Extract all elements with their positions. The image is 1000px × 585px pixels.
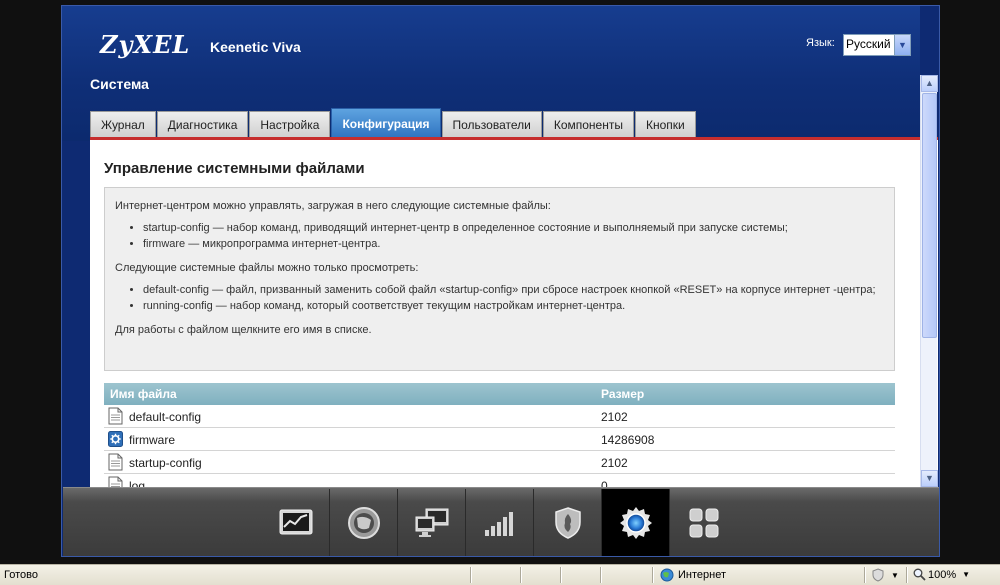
file-name-link[interactable]: startup-config xyxy=(129,456,202,470)
intro-text: Интернет-центром можно управлять, загруж… xyxy=(115,200,551,212)
security-zone[interactable]: Интернет xyxy=(660,568,726,582)
dock-home-network[interactable] xyxy=(398,489,466,556)
status-text: Готово xyxy=(4,569,38,581)
list-item: running-config — набор команд, который с… xyxy=(143,299,884,314)
tab-users[interactable]: Пользователи xyxy=(441,111,542,138)
list-item: startup-config — набор команд, приводящи… xyxy=(143,221,884,236)
file-name-link[interactable]: default-config xyxy=(129,410,201,424)
statusbar-divider xyxy=(560,567,562,583)
tab-journal[interactable]: Журнал xyxy=(90,111,156,138)
column-header-name: Имя файла xyxy=(110,387,177,401)
dock-system[interactable] xyxy=(602,489,670,556)
language-label: Язык: xyxy=(806,37,835,49)
scroll-thumb[interactable] xyxy=(922,93,937,338)
protected-mode-toggle[interactable]: ▼ xyxy=(871,568,899,582)
view-files-list: default-config — файл, призванный замени… xyxy=(115,283,884,314)
firmware-gear-icon xyxy=(108,431,123,447)
list-item: firmware — микропрограмма интернет-центр… xyxy=(143,237,884,252)
file-table: Имя файла Размер default-config 2102 fir… xyxy=(104,383,895,492)
tab-settings[interactable]: Настройка xyxy=(249,111,331,138)
table-row[interactable]: startup-config 2102 xyxy=(104,451,895,474)
bottom-dock xyxy=(63,487,939,556)
internet-globe-icon xyxy=(347,507,380,539)
table-row[interactable]: firmware 14286908 xyxy=(104,428,895,451)
statusbar-divider xyxy=(600,567,602,583)
info-box: Интернет-центром можно управлять, загруж… xyxy=(104,187,895,371)
column-header-size: Размер xyxy=(601,387,645,401)
file-size: 2102 xyxy=(601,456,628,470)
zoom-control[interactable]: 100% ▼ xyxy=(913,568,970,581)
security-shield-icon xyxy=(554,507,581,539)
document-icon xyxy=(108,453,123,471)
table-header: Имя файла Размер xyxy=(104,383,895,405)
dock-monitor[interactable] xyxy=(262,489,330,556)
tab-bar: Журнал Диагностика Настройка Конфигураци… xyxy=(90,108,697,138)
header: ZyXEL Keenetic Viva Язык: Русский ▼ Сист… xyxy=(62,6,938,141)
applications-grid-icon xyxy=(689,508,719,538)
scroll-up-icon[interactable]: ▲ xyxy=(921,75,938,92)
zoom-level: 100% xyxy=(928,568,957,581)
scroll-down-icon[interactable]: ▼ xyxy=(921,470,938,487)
upload-files-list: startup-config — набор команд, приводящи… xyxy=(115,221,884,252)
chevron-down-icon[interactable]: ▼ xyxy=(962,570,970,579)
language-select[interactable]: Русский ▼ xyxy=(843,34,911,56)
document-icon xyxy=(108,407,123,425)
dock-security[interactable] xyxy=(534,489,602,556)
content-panel: Управление системными файлами Интернет-ц… xyxy=(90,140,938,492)
list-item: default-config — файл, призванный замени… xyxy=(143,283,884,298)
wifi-signal-icon xyxy=(484,512,513,536)
monitor-chart-icon xyxy=(279,509,312,535)
file-name-link[interactable]: firmware xyxy=(129,433,175,447)
statusbar-divider xyxy=(864,567,866,583)
brand-logo: ZyXEL xyxy=(100,30,191,59)
tab-diagnostics[interactable]: Диагностика xyxy=(156,111,249,138)
dock-internet[interactable] xyxy=(330,489,398,556)
device-model: Keenetic Viva xyxy=(210,39,301,55)
page-title: Система xyxy=(90,76,149,92)
file-size: 14286908 xyxy=(601,433,655,447)
chevron-down-icon[interactable]: ▼ xyxy=(891,571,899,580)
hint-text: Для работы с файлом щелкните его имя в с… xyxy=(115,324,372,336)
language-value: Русский xyxy=(846,37,891,51)
dock-wifi[interactable] xyxy=(466,489,534,556)
shield-icon xyxy=(872,568,884,582)
globe-icon xyxy=(660,568,674,582)
file-size: 2102 xyxy=(601,410,628,424)
statusbar-divider xyxy=(652,567,654,583)
section-title: Управление системными файлами xyxy=(104,160,365,177)
table-row[interactable]: default-config 2102 xyxy=(104,405,895,428)
view-intro-text: Следующие системные файлы можно только п… xyxy=(115,262,419,274)
zone-label: Интернет xyxy=(678,569,726,581)
magnifier-icon xyxy=(913,568,926,581)
statusbar-divider xyxy=(470,567,472,583)
tab-components[interactable]: Компоненты xyxy=(542,111,634,138)
chevron-down-icon[interactable]: ▼ xyxy=(894,35,910,55)
system-gear-icon xyxy=(619,507,652,539)
home-network-icon xyxy=(415,508,448,537)
statusbar-divider xyxy=(906,567,908,583)
tab-configuration[interactable]: Конфигурация xyxy=(331,108,441,138)
dock-applications[interactable] xyxy=(670,489,738,556)
browser-viewport: ZyXEL Keenetic Viva Язык: Русский ▼ Сист… xyxy=(61,5,940,557)
statusbar-divider xyxy=(520,567,522,583)
browser-statusbar: Готово Интернет ▼ 100% ▼ xyxy=(0,564,1000,585)
tab-buttons[interactable]: Кнопки xyxy=(634,111,696,138)
vertical-scrollbar[interactable]: ▲ ▼ xyxy=(920,75,938,487)
